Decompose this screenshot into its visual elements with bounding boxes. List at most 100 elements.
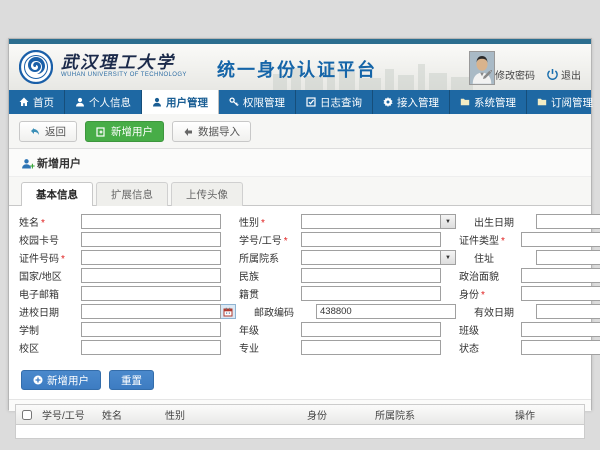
nav-tab-6[interactable]: 系统管理 <box>450 90 527 114</box>
table-header-5: 操作 <box>511 407 584 422</box>
form-field-schooling-length: 学制 <box>19 322 221 337</box>
student-id-input[interactable] <box>301 232 441 247</box>
form-field-gender: 性别* ▼ <box>239 214 456 229</box>
required-asterisk: * <box>61 254 65 265</box>
nav-tab-label: 日志查询 <box>320 95 362 110</box>
nav-tab-label: 权限管理 <box>243 95 285 110</box>
submit-add-user-button[interactable]: 新增用户 <box>21 370 101 390</box>
platform-title: 统一身份认证平台 <box>217 56 377 82</box>
form-tab-0[interactable]: 基本信息 <box>21 182 93 206</box>
name-input[interactable] <box>81 214 221 229</box>
folder-icon <box>537 97 547 107</box>
form-field-name: 姓名* <box>19 214 221 229</box>
back-button[interactable]: 返回 <box>19 121 77 142</box>
form-field-class: 班级 <box>459 322 600 337</box>
form-field-political-status: 政治面貌 <box>459 268 600 283</box>
data-import-label: 数据导入 <box>198 124 240 139</box>
campus-card-input[interactable] <box>81 232 221 247</box>
logout-link[interactable]: 退出 <box>547 67 581 82</box>
logout-label: 退出 <box>561 67 581 82</box>
email-input[interactable] <box>81 286 221 301</box>
form-tab-2[interactable]: 上传头像 <box>171 182 243 206</box>
country-input[interactable] <box>81 268 221 283</box>
table-header-3: 身份 <box>303 407 371 422</box>
key-icon <box>229 97 239 107</box>
reset-button[interactable]: 重置 <box>109 370 154 390</box>
political-status-input[interactable] <box>521 268 600 283</box>
class-input[interactable] <box>521 322 600 337</box>
id-type-label: 证件类型* <box>459 232 521 247</box>
student-id-label: 学号/工号* <box>239 232 301 247</box>
user-icon <box>75 97 85 107</box>
form-row: 校区专业状态 <box>19 340 583 355</box>
native-place-label: 籍贯 <box>239 286 301 301</box>
form-field-native-place: 籍贯 <box>239 286 441 301</box>
nav-tab-label: 个人信息 <box>89 95 131 110</box>
valid-date-label: 有效日期 <box>474 304 536 319</box>
nav-tab-4[interactable]: 日志查询 <box>296 90 373 114</box>
gender-input[interactable] <box>301 214 441 229</box>
content: 返回 新增用户 数据导入 + 新增用户 基本信息扩展信息上传头像 <box>9 114 591 411</box>
department-input[interactable] <box>301 250 441 265</box>
nav-tab-label: 接入管理 <box>397 95 439 110</box>
select-all-checkbox[interactable] <box>22 410 32 420</box>
form-field-country: 国家/地区 <box>19 268 221 283</box>
form-field-enroll-date: 进校日期 <box>19 304 236 319</box>
id-number-input[interactable] <box>81 250 221 265</box>
schooling-length-input[interactable] <box>81 322 221 337</box>
postal-code-input[interactable] <box>316 304 456 319</box>
add-user-toolbar-button[interactable]: 新增用户 <box>85 121 164 142</box>
gender-dropdown-button[interactable]: ▼ <box>441 214 456 229</box>
gender-label: 性别* <box>239 214 301 229</box>
enroll-date-calendar-button[interactable] <box>221 304 236 319</box>
users-table-empty-row <box>16 425 584 438</box>
email-label: 电子邮箱 <box>19 286 81 301</box>
major-label: 专业 <box>239 340 301 355</box>
grade-input[interactable] <box>301 322 441 337</box>
change-password-link[interactable]: 修改密码 <box>482 67 535 82</box>
nav-tab-2[interactable]: 用户管理 <box>142 90 219 114</box>
campus-label: 校区 <box>19 340 81 355</box>
identity-input[interactable] <box>521 286 600 301</box>
form-field-grade: 年级 <box>239 322 441 337</box>
birth-date-input[interactable] <box>536 214 600 229</box>
nav-tab-1[interactable]: 个人信息 <box>65 90 142 114</box>
department-dropdown-button[interactable]: ▼ <box>441 250 456 265</box>
name-label: 姓名* <box>19 214 81 229</box>
enroll-date-label: 进校日期 <box>19 304 81 319</box>
form-field-valid-date: 有效日期 <box>474 304 600 319</box>
users-table: 学号/工号姓名性别身份所属院系操作 <box>15 404 585 439</box>
form-row: 姓名*性别*▼出生日期 <box>19 214 583 229</box>
ethnicity-input[interactable] <box>301 268 441 283</box>
add-user-toolbar-label: 新增用户 <box>111 124 153 139</box>
identity-label: 身份* <box>459 286 521 301</box>
nav-tab-5[interactable]: 接入管理 <box>373 90 450 114</box>
home-icon <box>19 97 29 107</box>
nav-tab-3[interactable]: 权限管理 <box>219 90 296 114</box>
user-plus-icon: + <box>21 158 32 169</box>
status-input[interactable] <box>521 340 600 355</box>
country-label: 国家/地区 <box>19 268 81 283</box>
enroll-date-input[interactable] <box>81 304 221 319</box>
id-type-input[interactable] <box>521 232 600 247</box>
form-tab-1[interactable]: 扩展信息 <box>96 182 168 206</box>
form-row: 证件号码*所属院系▼住址 <box>19 250 583 265</box>
valid-date-input[interactable] <box>536 304 600 319</box>
nav-tab-7[interactable]: 订阅管理 <box>527 90 600 114</box>
header: 武汉理工大学 WUHAN UNIVERSITY OF TECHNOLOGY 统一… <box>9 44 591 90</box>
plus-circle-icon <box>33 375 43 385</box>
table-header-2: 性别 <box>161 407 303 422</box>
form-field-student-id: 学号/工号* <box>239 232 441 247</box>
native-place-input[interactable] <box>301 286 441 301</box>
campus-input[interactable] <box>81 340 221 355</box>
postal-code-label: 邮政编码 <box>254 304 316 319</box>
nav-tab-0[interactable]: 首页 <box>9 90 65 114</box>
gear-icon <box>383 97 393 107</box>
required-asterisk: * <box>481 290 485 301</box>
form-row: 学制年级班级 <box>19 322 583 337</box>
data-import-button[interactable]: 数据导入 <box>172 121 251 142</box>
address-input[interactable] <box>536 250 600 265</box>
app-window: 武汉理工大学 WUHAN UNIVERSITY OF TECHNOLOGY 统一… <box>8 38 592 410</box>
power-icon <box>547 69 558 80</box>
major-input[interactable] <box>301 340 441 355</box>
